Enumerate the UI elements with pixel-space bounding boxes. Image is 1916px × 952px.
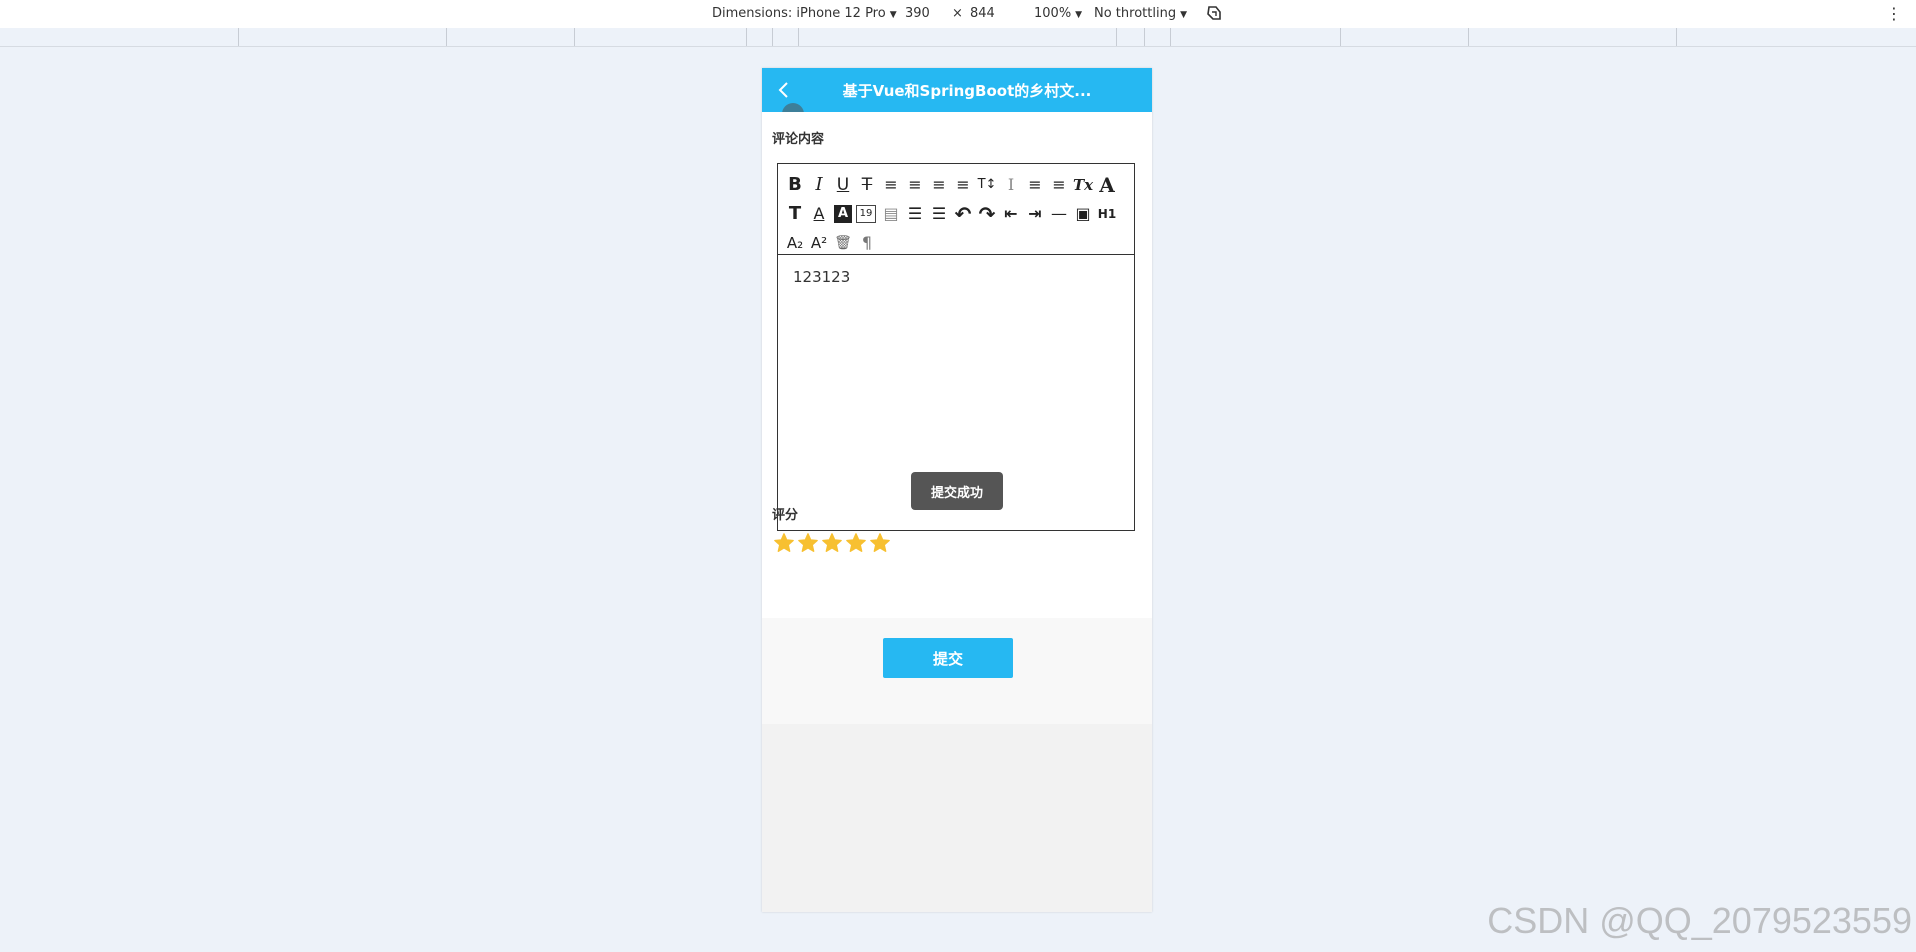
subscript-icon[interactable]: A₂ [784,231,806,255]
zoom-label: 100% [1034,6,1072,21]
clear-format-icon[interactable]: Tx [1072,173,1094,197]
ordered-list-icon[interactable]: ☰ [904,202,926,226]
toolbar-row: B I U T ≡ ≡ ≡ ≡ T↕ I ≡ ≡ Tx A [784,170,1134,199]
horizontal-rule-icon[interactable]: — [1048,202,1070,226]
page-title: 基于Vue和SpringBoot的乡村文... [842,82,1092,100]
bold-icon[interactable]: B [784,173,806,197]
toast-message: 提交成功 [911,472,1003,510]
device-label: Dimensions: iPhone 12 Pro [712,6,886,21]
toolbar-row: T A A 19 ▤ ☰ ☰ ↶ ↷ ⇤ ⇥ — ▣ H1 [784,199,1134,228]
phone-viewport: 基于Vue和SpringBoot的乡村文... 评论内容 B I U T ≡ ≡… [762,68,1152,912]
watermark: CSDN @QQ_2079523559 [1487,900,1912,941]
align-right-icon[interactable]: ≡ [928,173,950,197]
superscript-icon[interactable]: A² [808,231,830,255]
star-icon[interactable] [845,532,867,554]
align-left-icon[interactable]: ≡ [880,173,902,197]
date-icon[interactable]: 19 [856,204,876,223]
throttling-label: No throttling [1094,6,1177,21]
outdent-icon[interactable]: ⇤ [1000,202,1022,226]
background-color-icon[interactable]: A [834,204,852,223]
chevron-down-icon: ▼ [1075,10,1083,20]
more-options-icon[interactable]: ⋮ [1886,4,1902,23]
delete-icon[interactable]: 🗑 [832,231,854,255]
app-header: 基于Vue和SpringBoot的乡村文... [762,68,1152,112]
back-button[interactable] [772,77,798,103]
letter-spacing-icon[interactable]: I [1000,173,1022,197]
strikethrough-icon[interactable]: T [856,173,878,197]
rotate-icon[interactable] [1204,3,1224,27]
chevron-left-icon [778,82,788,98]
media-query-ruler [0,28,1916,47]
submit-button[interactable]: 提交 [883,638,1013,678]
italic-icon[interactable]: I [808,173,830,197]
height-input[interactable]: 844 [970,6,995,21]
chevron-down-icon: ▼ [1180,10,1187,20]
line-height-icon[interactable]: T↕ [976,173,998,197]
align-center-icon[interactable]: ≡ [904,173,926,197]
underline-icon[interactable]: U [832,173,854,197]
font-size-icon[interactable]: T [784,202,806,226]
comment-form: 评论内容 B I U T ≡ ≡ ≡ ≡ T↕ I ≡ ≡ Tx A T A A… [762,112,1152,618]
image-icon[interactable]: ▣ [1072,202,1094,226]
unordered-list-icon[interactable]: ☰ [928,202,950,226]
submit-area: 提交 [762,618,1152,724]
device-selector[interactable]: Dimensions: iPhone 12 Pro ▼ [712,6,897,21]
zoom-selector[interactable]: 100% ▼ [1034,6,1082,21]
star-icon[interactable] [821,532,843,554]
align-justify-icon[interactable]: ≡ [952,173,974,197]
star-icon[interactable] [869,532,891,554]
chevron-down-icon: ▼ [889,10,897,20]
throttling-selector[interactable]: No throttling ▼ [1094,6,1187,21]
indent-icon[interactable]: ⇥ [1024,202,1046,226]
rating-label: 评分 [772,508,799,523]
editor-toolbar: B I U T ≡ ≡ ≡ ≡ T↕ I ≡ ≡ Tx A T A A 19 ▤… [778,164,1134,255]
star-rating[interactable] [773,532,893,554]
toolbar-row: A₂ A² 🗑 ¶ [784,228,1134,257]
space-after-icon[interactable]: ≡ [1048,173,1070,197]
editor-content[interactable]: 123123 [793,268,850,286]
font-family-icon[interactable]: A [1096,173,1118,197]
comment-label: 评论内容 [772,132,825,147]
heading-icon[interactable]: H1 [1096,202,1118,226]
redo-icon[interactable]: ↷ [976,202,998,226]
star-icon[interactable] [797,532,819,554]
rich-text-editor: B I U T ≡ ≡ ≡ ≡ T↕ I ≡ ≡ Tx A T A A 19 ▤… [777,163,1135,531]
devtools-toolbar: Dimensions: iPhone 12 Pro ▼ 390 × 844 100… [0,0,1916,29]
star-icon[interactable] [773,532,795,554]
paragraph-icon[interactable]: ¶ [856,231,878,255]
space-before-icon[interactable]: ≡ [1024,173,1046,197]
times-sign: × [952,6,963,21]
width-input[interactable]: 390 [905,6,930,21]
font-color-icon[interactable]: A [808,202,830,226]
undo-icon[interactable]: ↶ [952,202,974,226]
paste-icon[interactable]: ▤ [880,202,902,226]
